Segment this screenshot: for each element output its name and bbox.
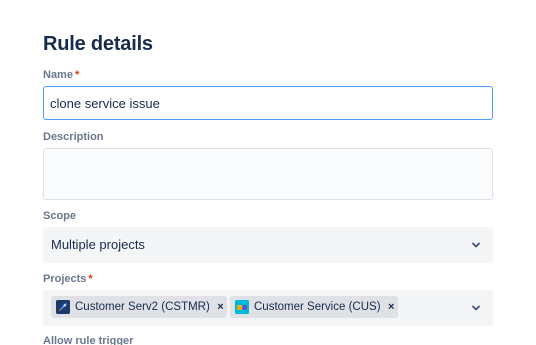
chevron-down-icon <box>472 305 480 311</box>
projects-select[interactable]: Customer Serv2 (CSTMR) × Customer Servic… <box>43 290 493 326</box>
required-marker: * <box>88 273 93 285</box>
project-tag-label: Customer Serv2 (CSTMR) <box>75 301 210 313</box>
rocket-project-icon <box>56 300 70 314</box>
project-tag: Customer Service (CUS) × <box>230 296 398 318</box>
project-tag: Customer Serv2 (CSTMR) × <box>51 296 227 318</box>
description-input[interactable] <box>43 148 493 200</box>
name-label-text: Name <box>43 69 73 81</box>
required-marker: * <box>74 69 80 81</box>
chevron-down-icon <box>472 242 480 248</box>
name-label: Name * <box>43 69 79 81</box>
scope-value: Multiple projects <box>51 237 145 252</box>
projects-label: Projects * <box>43 273 93 285</box>
name-input[interactable] <box>43 86 493 120</box>
projects-label-text: Projects <box>43 273 87 285</box>
remove-tag-button[interactable]: × <box>385 296 398 318</box>
project-tag-label: Customer Service (CUS) <box>254 301 381 313</box>
remove-tag-button[interactable]: × <box>214 296 227 318</box>
scope-label: Scope <box>43 210 77 222</box>
scope-select[interactable]: Multiple projects <box>43 227 493 263</box>
page-title: Rule details <box>43 33 153 55</box>
people-project-icon <box>235 300 249 314</box>
description-label: Description <box>43 131 104 143</box>
allow-rule-trigger-label: Allow rule trigger <box>43 335 134 345</box>
